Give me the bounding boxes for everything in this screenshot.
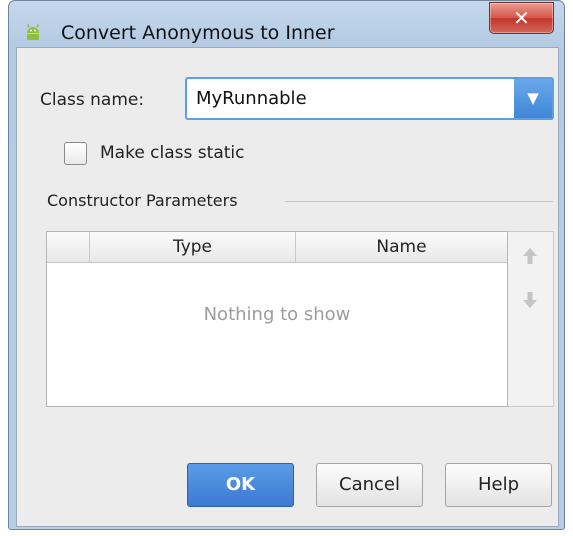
- empty-table-message: Nothing to show: [203, 304, 351, 325]
- android-icon: [26, 24, 40, 40]
- class-name-input[interactable]: [187, 79, 512, 118]
- dialog-window: Convert Anonymous to Inner ✕ Class name:…: [8, 0, 565, 530]
- window-title: Convert Anonymous to Inner: [61, 22, 335, 44]
- section-divider: [285, 201, 553, 202]
- column-header-select[interactable]: [47, 232, 90, 262]
- close-icon: ✕: [513, 6, 530, 30]
- parameters-table[interactable]: Type Name Nothing to show: [46, 231, 508, 407]
- table-toolbar: [508, 231, 554, 407]
- chevron-down-icon: ▼: [527, 89, 539, 107]
- title-bar[interactable]: Convert Anonymous to Inner: [9, 1, 564, 45]
- ok-button[interactable]: OK: [187, 463, 294, 507]
- class-name-combobox[interactable]: ▼: [185, 77, 554, 120]
- make-static-label[interactable]: Make class static: [100, 143, 244, 163]
- make-static-checkbox[interactable]: [64, 142, 87, 165]
- table-header: Type Name: [47, 232, 507, 263]
- move-up-button[interactable]: [514, 240, 546, 272]
- help-button[interactable]: Help: [445, 463, 552, 507]
- column-header-name[interactable]: Name: [296, 232, 507, 262]
- cancel-button[interactable]: Cancel: [316, 463, 423, 507]
- class-name-dropdown-button[interactable]: ▼: [514, 79, 552, 118]
- column-header-type[interactable]: Type: [90, 232, 296, 262]
- constructor-parameters-heading: Constructor Parameters: [47, 191, 238, 210]
- class-name-label: Class name:: [40, 90, 145, 110]
- move-down-button[interactable]: [514, 284, 546, 316]
- arrow-up-icon: [523, 248, 537, 264]
- close-button[interactable]: ✕: [489, 2, 554, 34]
- arrow-down-icon: [523, 292, 537, 308]
